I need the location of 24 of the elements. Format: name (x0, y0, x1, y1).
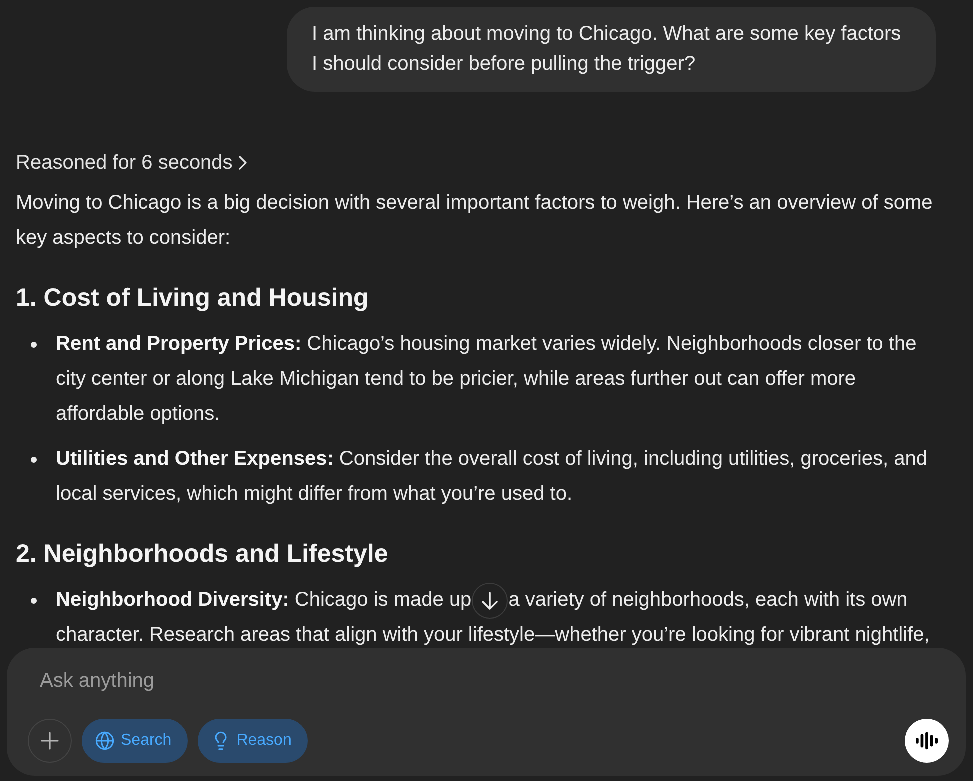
chevron-right-icon (238, 156, 247, 170)
reasoning-toggle[interactable]: Reasoned for 6 seconds (16, 148, 247, 178)
bullet-text: a variety of neighborhoods, each with its own (508, 588, 908, 613)
message-input[interactable]: Ask anything (28, 667, 949, 695)
bullet-text: Utilities and Other Expenses: Consider the overall cost of living, including utilities, groceries, and local services, which might differ from what you’re used to. (56, 447, 928, 507)
bullet-icon (31, 598, 37, 604)
bullet-text: character. Research areas that align with your lifestyle—whether you’re looking for vibrant nightlife, (56, 624, 930, 646)
section-heading: 2. Neighborhoods and Lifestyle (16, 539, 390, 570)
sound-wave-icon (916, 732, 938, 750)
bullet-text: Rent and Property Prices: Chicago’s housing market varies widely. Neighborhoods closer to the city center or along Lake Michigan tend to be pricier, while areas further out can offer more affordable options. (56, 332, 918, 427)
add-button[interactable] (28, 719, 72, 763)
response-paragraph: Moving to Chicago is a big decision with several important factors to weigh. Here’s an overview of some key aspects to consider: (16, 191, 934, 251)
arrow-down-icon (482, 592, 498, 610)
globe-icon (95, 731, 115, 751)
plus-icon (41, 732, 59, 750)
tool-toggle-button[interactable]: Reason (198, 719, 308, 763)
section-heading: 1. Cost of Living and Housing (16, 283, 370, 314)
bullet-text: Neighborhood Diversity: Chicago is made up (56, 588, 472, 613)
user-message-bubble: I am thinking about moving to Chicago. What are some key factors I should consider before pulling the trigger? (287, 7, 936, 92)
tool-toggle-button[interactable]: Search (82, 719, 188, 763)
bullet-icon (31, 342, 37, 348)
voice-mode-button[interactable] (905, 719, 949, 763)
bullet-icon (31, 456, 37, 462)
scroll-down-button[interactable] (472, 582, 508, 618)
